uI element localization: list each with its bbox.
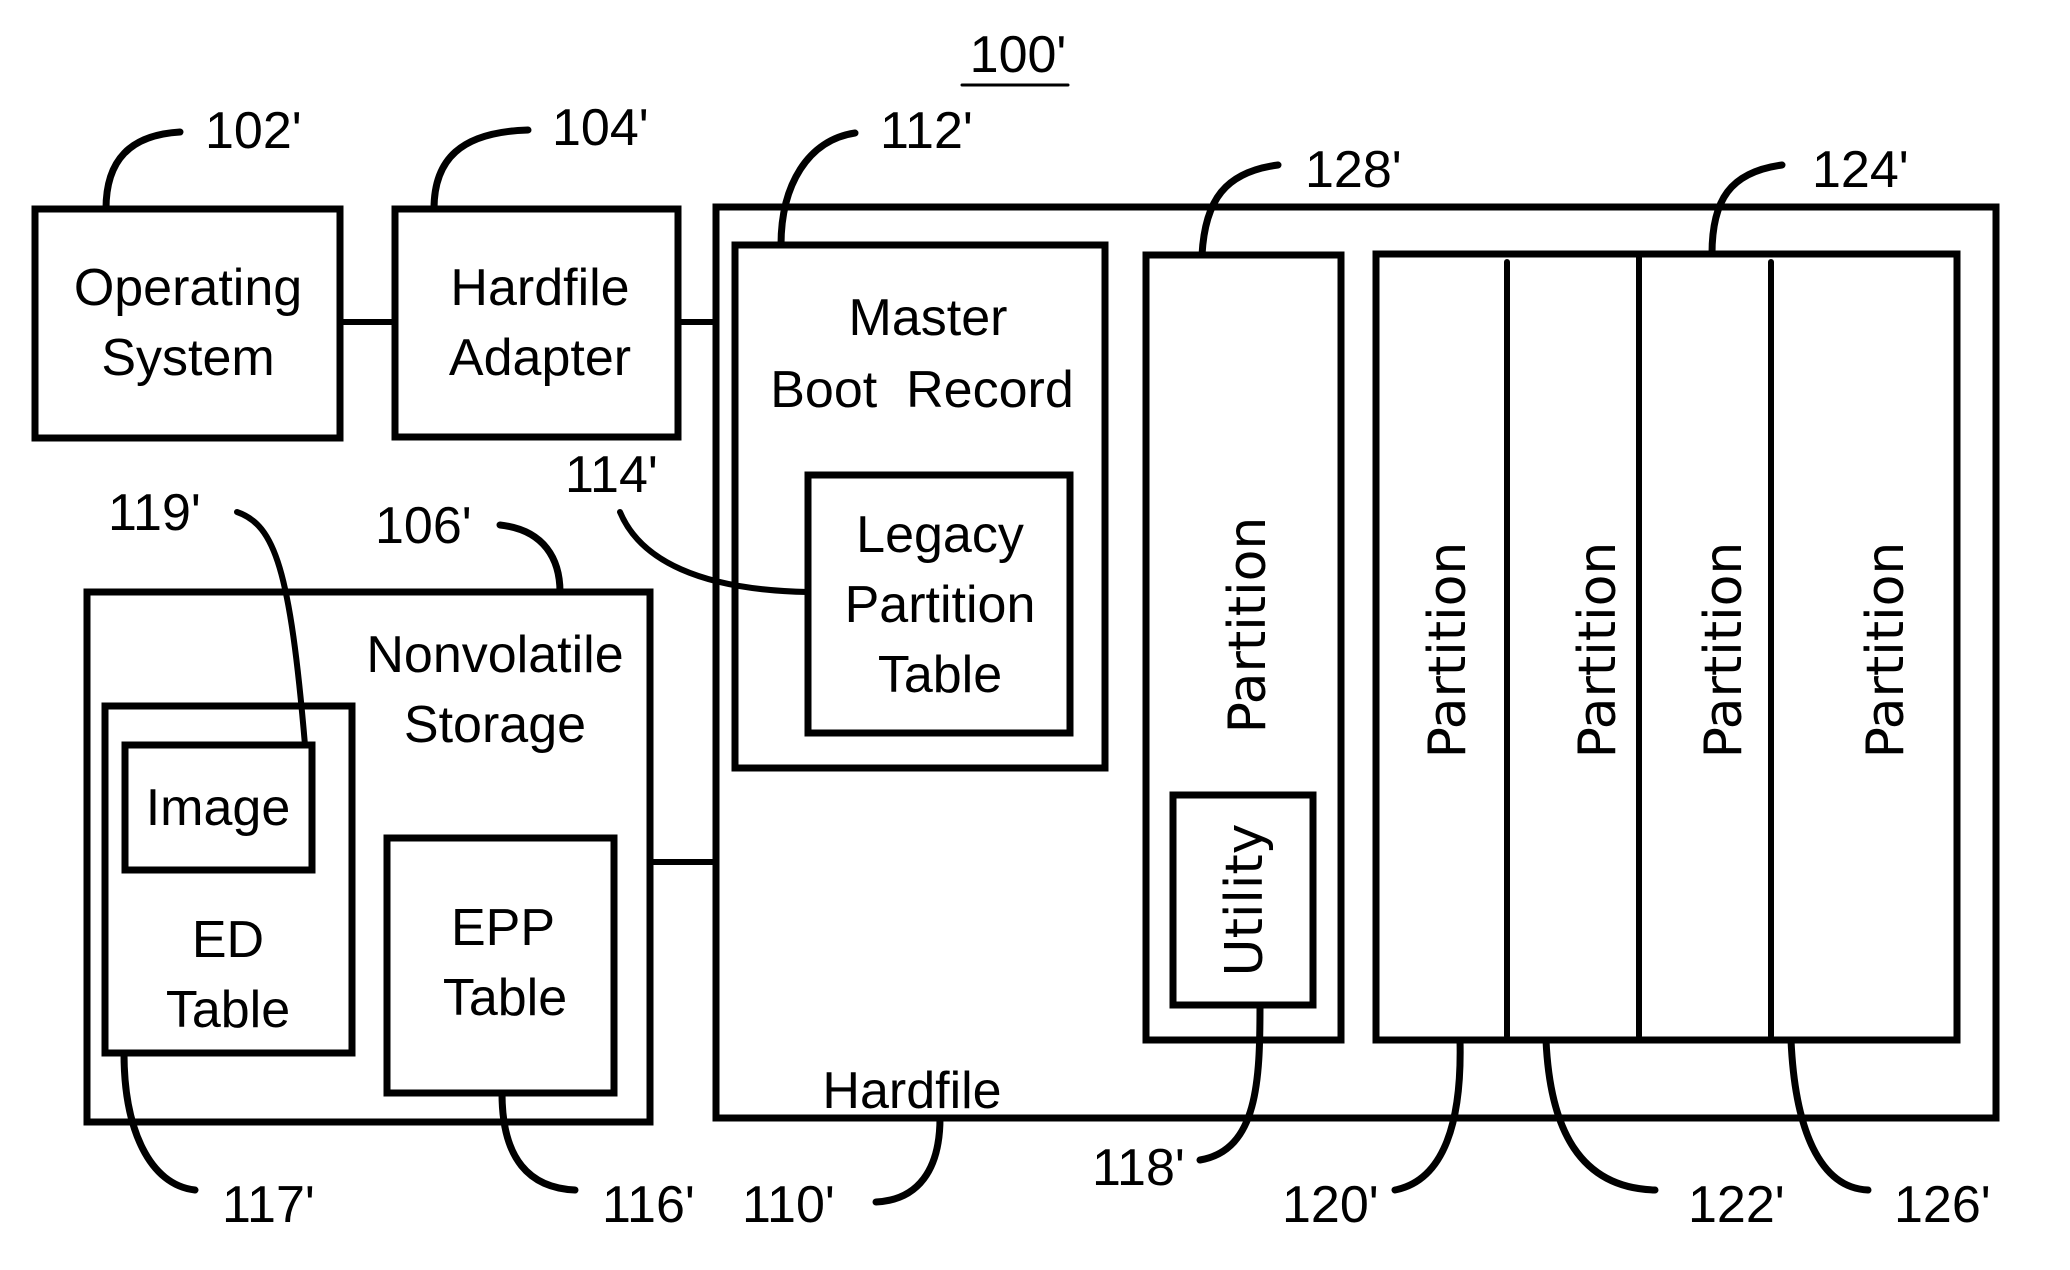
legacy-partition-table-block: Legacy Partition Table	[804, 471, 1074, 737]
hardfile-label: Hardfile	[822, 1062, 1001, 1120]
operating-system-label-line2: System	[101, 329, 274, 387]
leader-110	[872, 1114, 944, 1206]
ref-110: 110'	[742, 1176, 835, 1234]
operating-system-block: Operating System	[31, 205, 344, 442]
legacy-label-line1: Legacy	[856, 506, 1024, 564]
ref-104: 104'	[552, 99, 649, 157]
hardfile-adapter-label-line1: Hardfile	[450, 259, 629, 317]
image-block: Image	[121, 741, 316, 874]
ref-118: 118'	[1092, 1139, 1185, 1197]
epp-table-label-line1: EPP	[451, 899, 555, 957]
ref-120: 120'	[1282, 1176, 1379, 1234]
ref-124: 124'	[1812, 141, 1909, 199]
ref-126: 126'	[1894, 1176, 1991, 1234]
operating-system-label-line1: Operating	[74, 259, 302, 317]
epp-table-block: EPP Table	[383, 834, 618, 1097]
hardfile-adapter-block: Hardfile Adapter	[391, 205, 682, 441]
image-label: Image	[146, 779, 291, 837]
hardfile-adapter-label-line2: Adapter	[449, 329, 631, 387]
partition-3-label: Partition	[1694, 542, 1754, 759]
ref-128: 128'	[1305, 141, 1402, 199]
ref-112: 112'	[880, 102, 973, 160]
partition-group-block: Partition Partition Partition Partition	[1372, 250, 1961, 1044]
figure-number: 100'	[970, 26, 1067, 84]
partition-120-label: Partition	[1418, 542, 1478, 759]
ed-table-label-line2: Table	[166, 981, 290, 1039]
ref-106: 106'	[375, 497, 472, 555]
nonvolatile-label-line1: Nonvolatile	[366, 626, 623, 684]
ref-116: 116'	[602, 1176, 695, 1234]
ed-table-label-line1: ED	[192, 911, 264, 969]
partition-126-label: Partition	[1856, 542, 1916, 759]
utility-label: Utility	[1215, 824, 1275, 977]
hardfile-architecture-diagram: 100' Operating System 102' Hardfile Adap…	[31, 26, 2000, 1234]
ref-102: 102'	[205, 102, 302, 160]
leader-106	[496, 521, 564, 596]
mbr-label-line2: Boot Record	[770, 361, 1074, 419]
partition-128-label: Partition	[1218, 517, 1278, 734]
partition-122-label: Partition	[1568, 542, 1628, 759]
legacy-label-line2: Partition	[845, 576, 1036, 634]
ref-117: 117'	[222, 1176, 315, 1234]
ref-122: 122'	[1688, 1176, 1785, 1234]
mbr-label-line1: Master	[849, 289, 1008, 347]
utility-block: Utility	[1169, 791, 1317, 1009]
leader-102	[102, 128, 184, 213]
ref-114: 114'	[565, 446, 658, 504]
leader-104	[430, 126, 532, 213]
ref-119: 119'	[108, 484, 201, 542]
nonvolatile-label-line2: Storage	[404, 696, 586, 754]
epp-table-label-line2: Table	[443, 969, 567, 1027]
legacy-label-line3: Table	[878, 646, 1002, 704]
